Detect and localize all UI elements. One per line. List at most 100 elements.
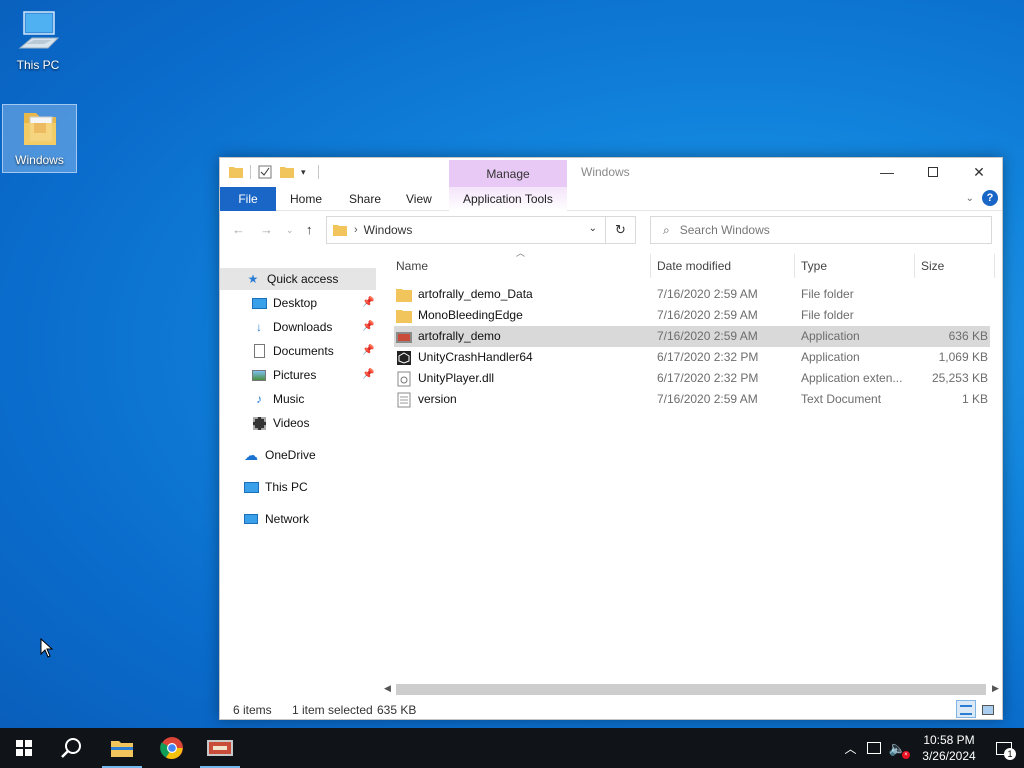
selection-size: 635 KB — [377, 703, 417, 717]
table-row[interactable]: UnityCrashHandler64 6/17/2020 2:32 PM Ap… — [394, 347, 990, 368]
nav-pictures[interactable]: Pictures — [250, 364, 316, 386]
notifications-button[interactable]: 1 — [984, 728, 1024, 768]
up-button[interactable]: ↑ — [306, 222, 313, 237]
new-folder-icon[interactable] — [279, 164, 295, 180]
unity-icon — [396, 350, 412, 366]
table-row[interactable]: UnityPlayer.dll 6/17/2020 2:32 PM Applic… — [394, 368, 990, 389]
file-date: 6/17/2020 2:32 PM — [657, 371, 759, 385]
desktop-icon-label: Windows — [15, 153, 64, 167]
minimize-button[interactable]: — — [864, 158, 910, 186]
nav-downloads[interactable]: ↓ Downloads — [250, 316, 332, 338]
pin-icon[interactable]: 📌 — [362, 369, 374, 380]
search-input[interactable]: ⌕ Search Windows — [650, 216, 992, 244]
desktop-icon-windows-folder[interactable]: Windows — [2, 104, 77, 173]
properties-icon[interactable] — [257, 164, 273, 180]
maximize-button[interactable] — [910, 158, 956, 186]
desktop-icon — [250, 295, 268, 311]
file-type: File folder — [801, 287, 854, 301]
taskbar-chrome[interactable] — [148, 728, 196, 768]
nav-desktop[interactable]: Desktop — [250, 292, 317, 314]
music-icon: ♪ — [256, 392, 262, 406]
column-header-name[interactable]: Name — [396, 254, 650, 278]
column-divider[interactable] — [994, 254, 995, 278]
tab-application-tools[interactable]: Application Tools — [463, 187, 553, 211]
help-icon[interactable]: ? — [982, 190, 998, 206]
folder-icon — [396, 287, 412, 303]
column-header-type[interactable]: Type — [801, 254, 911, 278]
column-header-size[interactable]: Size — [921, 254, 991, 278]
address-bar[interactable]: › Windows ⌄ — [326, 216, 606, 244]
mouse-cursor-icon — [40, 638, 54, 658]
tab-file[interactable]: File — [220, 187, 276, 211]
file-name: version — [418, 392, 457, 406]
chevron-down-icon[interactable]: ⌄ — [589, 223, 597, 234]
view-buttons — [956, 700, 998, 718]
breadcrumb[interactable]: Windows — [364, 223, 413, 237]
pin-icon[interactable]: 📌 — [362, 345, 374, 356]
back-button[interactable]: ← — [232, 222, 245, 237]
search-button[interactable] — [48, 728, 96, 768]
title-bar[interactable]: ▾ Manage Windows — ✕ — [220, 158, 1002, 188]
taskbar-file-explorer[interactable] — [98, 728, 146, 768]
large-icons-view-icon — [982, 705, 994, 715]
star-icon: ★ — [247, 272, 259, 286]
file-date: 6/17/2020 2:32 PM — [657, 350, 759, 364]
file-list[interactable]: ︿ Name Date modified Type Size artofrall… — [378, 246, 1004, 686]
recent-locations-button[interactable]: ⌄ — [286, 225, 294, 236]
forward-button[interactable]: → — [260, 222, 273, 237]
network-icon[interactable] — [866, 742, 881, 754]
column-divider[interactable] — [914, 254, 915, 278]
nav-label: Desktop — [273, 296, 318, 310]
chevron-up-icon[interactable]: ︿ — [845, 740, 857, 757]
taskbar-art-of-rally[interactable] — [196, 728, 244, 768]
large-icons-view-button[interactable] — [978, 700, 998, 718]
pin-icon[interactable]: 📌 — [362, 297, 374, 308]
nav-videos[interactable]: Videos — [250, 412, 309, 434]
tab-home[interactable]: Home — [290, 187, 322, 211]
pictures-icon — [250, 367, 268, 383]
file-size: 1,069 KB — [938, 350, 988, 364]
file-name: artofrally_demo_Data — [418, 287, 533, 301]
volume-muted-icon[interactable]: 🔈 × — [889, 740, 910, 759]
close-button[interactable]: ✕ — [956, 158, 1002, 186]
file-name: UnityCrashHandler64 — [418, 350, 533, 364]
column-divider[interactable] — [794, 254, 795, 278]
tab-view[interactable]: View — [406, 187, 432, 211]
file-explorer-window[interactable]: ▾ Manage Windows — ✕ File Home Share Vie… — [219, 157, 1003, 720]
nav-this-pc[interactable]: This PC — [242, 476, 308, 498]
table-row[interactable]: version 7/16/2020 2:59 AM Text Document … — [394, 389, 990, 410]
scroll-right-icon[interactable]: ▶ — [992, 683, 999, 694]
close-icon: ✕ — [973, 163, 985, 180]
column-header-date-modified[interactable]: Date modified — [657, 254, 793, 278]
nav-network[interactable]: Network — [242, 508, 309, 530]
folder-icon — [23, 113, 56, 145]
details-view-button[interactable] — [956, 700, 976, 718]
table-row[interactable]: MonoBleedingEdge 7/16/2020 2:59 AM File … — [394, 305, 990, 326]
scrollbar-thumb[interactable] — [396, 684, 986, 695]
nav-label: Videos — [273, 416, 310, 430]
scroll-left-icon[interactable]: ◀ — [384, 683, 391, 694]
nav-music[interactable]: ♪ Music — [250, 388, 304, 410]
table-row[interactable]: artofrally_demo 7/16/2020 2:59 AM Applic… — [394, 326, 990, 347]
nav-label: Downloads — [273, 320, 333, 334]
desktop-icon-this-pc[interactable]: This PC — [6, 8, 70, 72]
folder-icon — [396, 308, 412, 324]
horizontal-scrollbar[interactable]: ◀ ▶ — [378, 681, 1004, 698]
file-date: 7/16/2020 2:59 AM — [657, 308, 758, 322]
windows-logo-icon — [16, 740, 32, 756]
tab-share[interactable]: Share — [349, 187, 381, 211]
refresh-button[interactable]: ↻ — [606, 216, 636, 244]
start-button[interactable] — [0, 728, 48, 768]
nav-quick-access[interactable]: ★ Quick access — [220, 268, 376, 290]
customize-toolbar-icon[interactable]: ▾ — [301, 167, 306, 178]
tab-manage[interactable]: Manage — [449, 160, 567, 188]
breadcrumb-separator-icon[interactable]: › — [354, 224, 358, 236]
nav-documents[interactable]: Documents — [250, 340, 334, 362]
clock[interactable]: 10:58 PM 3/26/2024 — [914, 732, 984, 764]
pin-icon[interactable]: 📌 — [362, 321, 374, 332]
table-row[interactable]: artofrally_demo_Data 7/16/2020 2:59 AM F… — [394, 284, 990, 305]
expand-ribbon-icon[interactable]: ⌄ — [966, 193, 974, 204]
computer-icon — [242, 479, 260, 495]
nav-onedrive[interactable]: ☁ OneDrive — [242, 444, 316, 466]
column-divider[interactable] — [650, 254, 651, 278]
